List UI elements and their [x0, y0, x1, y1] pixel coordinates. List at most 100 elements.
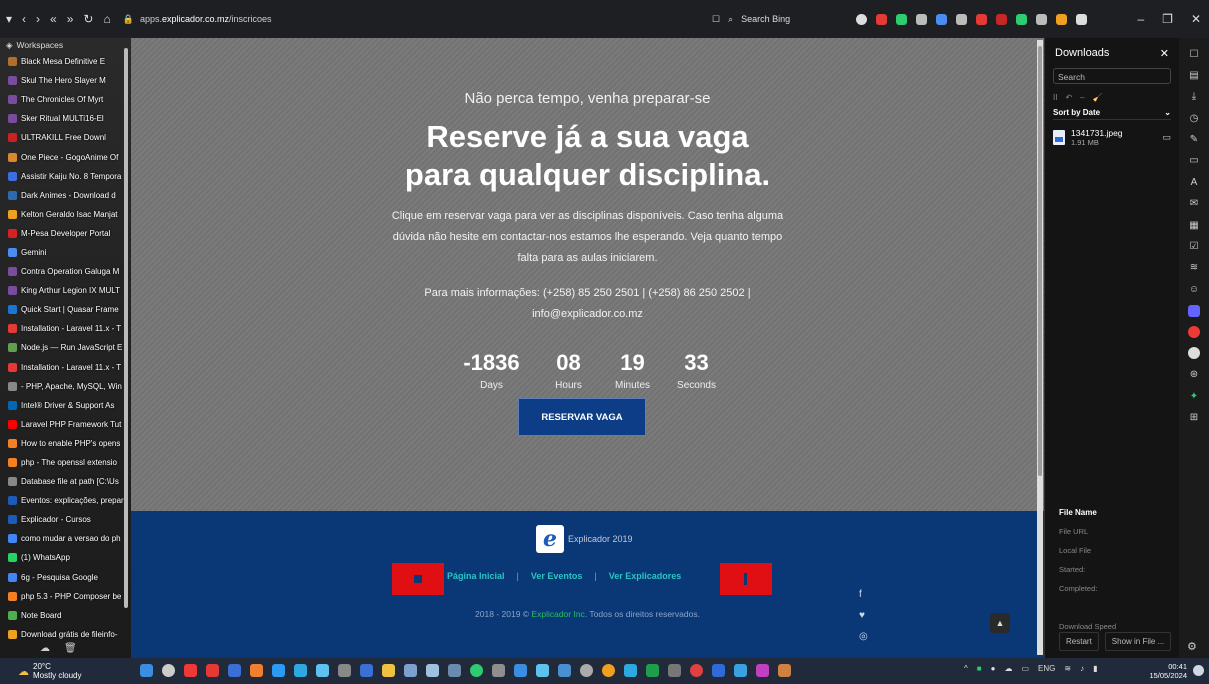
reserve-button[interactable]: RESERVAR VAGA [518, 398, 646, 436]
cloud-icon[interactable]: ☁ [40, 643, 50, 654]
sidebar-tab[interactable]: - PHP, Apache, MySQL, Win [0, 377, 131, 396]
app-icon[interactable] [448, 664, 461, 677]
sidebar-tab[interactable]: php - The openssl extensio [0, 453, 131, 472]
app-icon[interactable] [646, 664, 659, 677]
app-icon[interactable] [778, 664, 791, 677]
web-panel-icon[interactable] [1188, 347, 1200, 360]
battery-icon[interactable]: ▮ [1093, 664, 1097, 673]
tray-app-icon[interactable]: ☁ [1004, 664, 1012, 673]
rewind-icon[interactable]: « [50, 12, 57, 26]
sidebar-tab[interactable]: Installation - Laravel 11.x - T [0, 358, 131, 377]
mail-icon[interactable]: ✉ [1188, 198, 1200, 210]
web-panel-icon[interactable]: ✦ [1188, 390, 1200, 402]
show-in-file-button[interactable]: Show in File ... [1104, 632, 1172, 651]
sidebar-tab[interactable]: 6g - Pesquisa Google [0, 568, 131, 587]
sidebar-tab[interactable]: Quick Start | Quasar Frame [0, 300, 131, 319]
app-icon[interactable] [580, 664, 593, 677]
close-icon[interactable]: ✕ [1191, 12, 1201, 26]
settings-icon[interactable]: ⚙ [1187, 640, 1197, 653]
reading-list-icon[interactable]: ▤ [1188, 69, 1200, 81]
sidebar-tab[interactable]: M-Pesa Developer Portal [0, 224, 131, 243]
close-panel-icon[interactable]: ✕ [1160, 47, 1169, 60]
app-icon[interactable] [272, 664, 285, 677]
sidebar-tab[interactable]: Installation - Laravel 11.x - T [0, 319, 131, 338]
app-icon[interactable] [206, 664, 219, 677]
sidebar-tab[interactable]: The Chronicles Of Myrt [0, 90, 131, 109]
extension-icon[interactable] [936, 13, 947, 25]
history-icon[interactable]: ◷ [1188, 112, 1200, 124]
sidebar-tab[interactable]: Contra Operation Galuga M [0, 262, 131, 281]
vivaldi-icon[interactable] [1188, 326, 1200, 339]
pause-icon[interactable]: II [1053, 93, 1057, 102]
sidebar-tab[interactable]: Skul The Hero Slayer M [0, 71, 131, 90]
app-icon[interactable] [250, 664, 263, 677]
feeds-icon[interactable]: ≋ [1188, 262, 1200, 274]
app-icon[interactable] [360, 664, 373, 677]
app-icon[interactable] [514, 664, 527, 677]
extension-icon[interactable] [1056, 13, 1067, 25]
app-icon[interactable] [316, 664, 329, 677]
restart-button[interactable]: Restart [1059, 632, 1099, 651]
sidebar-tab[interactable]: ULTRAKILL Free Downl [0, 128, 131, 147]
workspaces-button[interactable]: ◈ Workspaces [0, 38, 131, 52]
sidebar-scrollbar[interactable] [124, 48, 128, 608]
clear-icon[interactable]: – [1080, 93, 1084, 102]
extension-icon[interactable] [996, 13, 1007, 25]
search-icon[interactable] [162, 664, 175, 677]
chatgpt-icon[interactable]: ⊛ [1188, 369, 1200, 381]
notification-icon[interactable] [1193, 665, 1204, 676]
sidebar-tab[interactable]: Intel® Driver & Support As [0, 396, 131, 415]
twitter-icon[interactable]: ♥ [859, 610, 868, 621]
app-icon[interactable] [668, 664, 681, 677]
sidebar-tab[interactable]: Kelton Geraldo Isac Manjat [0, 205, 131, 224]
scroll-to-top-button[interactable]: ▲ [990, 613, 1010, 633]
footer-link-tutors[interactable]: Ver Explicadores [609, 571, 682, 581]
undo-icon[interactable]: ↶ [1065, 93, 1072, 102]
sidebar-tab[interactable]: Gemini [0, 243, 131, 262]
sidebar-tab[interactable]: php 5.3 - PHP Composer be [0, 587, 131, 606]
app-icon[interactable] [470, 664, 483, 677]
extension-icon[interactable] [916, 13, 927, 25]
search-engine-icon[interactable]: ⌕ [728, 14, 733, 25]
volume-icon[interactable]: ♪ [1080, 664, 1084, 673]
restore-icon[interactable]: ❐ [1162, 12, 1173, 26]
app-icon[interactable] [294, 664, 307, 677]
start-icon[interactable] [140, 664, 153, 677]
app-icon[interactable] [734, 664, 747, 677]
sidebar-tab[interactable]: Sker Ritual MULTi16-El [0, 109, 131, 128]
home-icon[interactable]: ⌂ [103, 12, 110, 26]
app-icon[interactable] [426, 664, 439, 677]
sidebar-tab[interactable]: Laravel PHP Framework Tut [0, 415, 131, 434]
footer-link-home[interactable]: Página Inicial [447, 571, 505, 581]
sidebar-tab[interactable]: Node.js — Run JavaScript E [0, 338, 131, 357]
sidebar-tab[interactable]: Assistir Kaiju No. 8 Tempora [0, 167, 131, 186]
page-scrollbar-thumb[interactable] [1038, 46, 1042, 476]
extension-icon[interactable] [976, 13, 987, 25]
sidebar-tab[interactable]: King Arthur Legion IX MULT [0, 281, 131, 300]
tasks-icon[interactable]: ☑ [1188, 241, 1200, 253]
folder-icon[interactable]: ▭ [1162, 132, 1171, 143]
tray-app-icon[interactable]: ▭ [1021, 664, 1029, 673]
contacts-icon[interactable]: ☺ [1188, 283, 1200, 295]
app-icon[interactable] [382, 664, 395, 677]
tray-app-icon[interactable]: ■ [977, 664, 982, 673]
sidebar-tab[interactable]: Database file at path [C:\Us [0, 472, 131, 491]
extension-icon[interactable] [896, 13, 907, 25]
bookmarks-icon[interactable]: ☐ [1188, 48, 1200, 60]
app-icon[interactable] [558, 664, 571, 677]
vivaldi-menu-icon[interactable]: ▾ [6, 12, 12, 26]
language-indicator[interactable]: ENG [1038, 664, 1055, 673]
extension-icon[interactable] [876, 13, 887, 25]
sort-dropdown[interactable]: Sort by Date ⌄ [1053, 106, 1171, 120]
sidebar-tab[interactable]: (1) WhatsApp [0, 548, 131, 567]
chevron-up-icon[interactable]: ^ [964, 664, 968, 673]
bookmark-icon[interactable]: ☐ [712, 14, 720, 25]
sidebar-tab[interactable]: como mudar a versao do ph [0, 529, 131, 548]
profile-icon[interactable] [856, 13, 867, 25]
wifi-icon[interactable]: ≋ [1064, 664, 1071, 673]
sidebar-tab[interactable]: Explicador - Cursos [0, 510, 131, 529]
back-icon[interactable]: ‹ [22, 12, 26, 26]
sidebar-tab[interactable]: How to enable PHP's opens [0, 434, 131, 453]
cleanup-icon[interactable]: 🧹 [1093, 93, 1103, 102]
fast-forward-icon[interactable]: » [67, 12, 74, 26]
